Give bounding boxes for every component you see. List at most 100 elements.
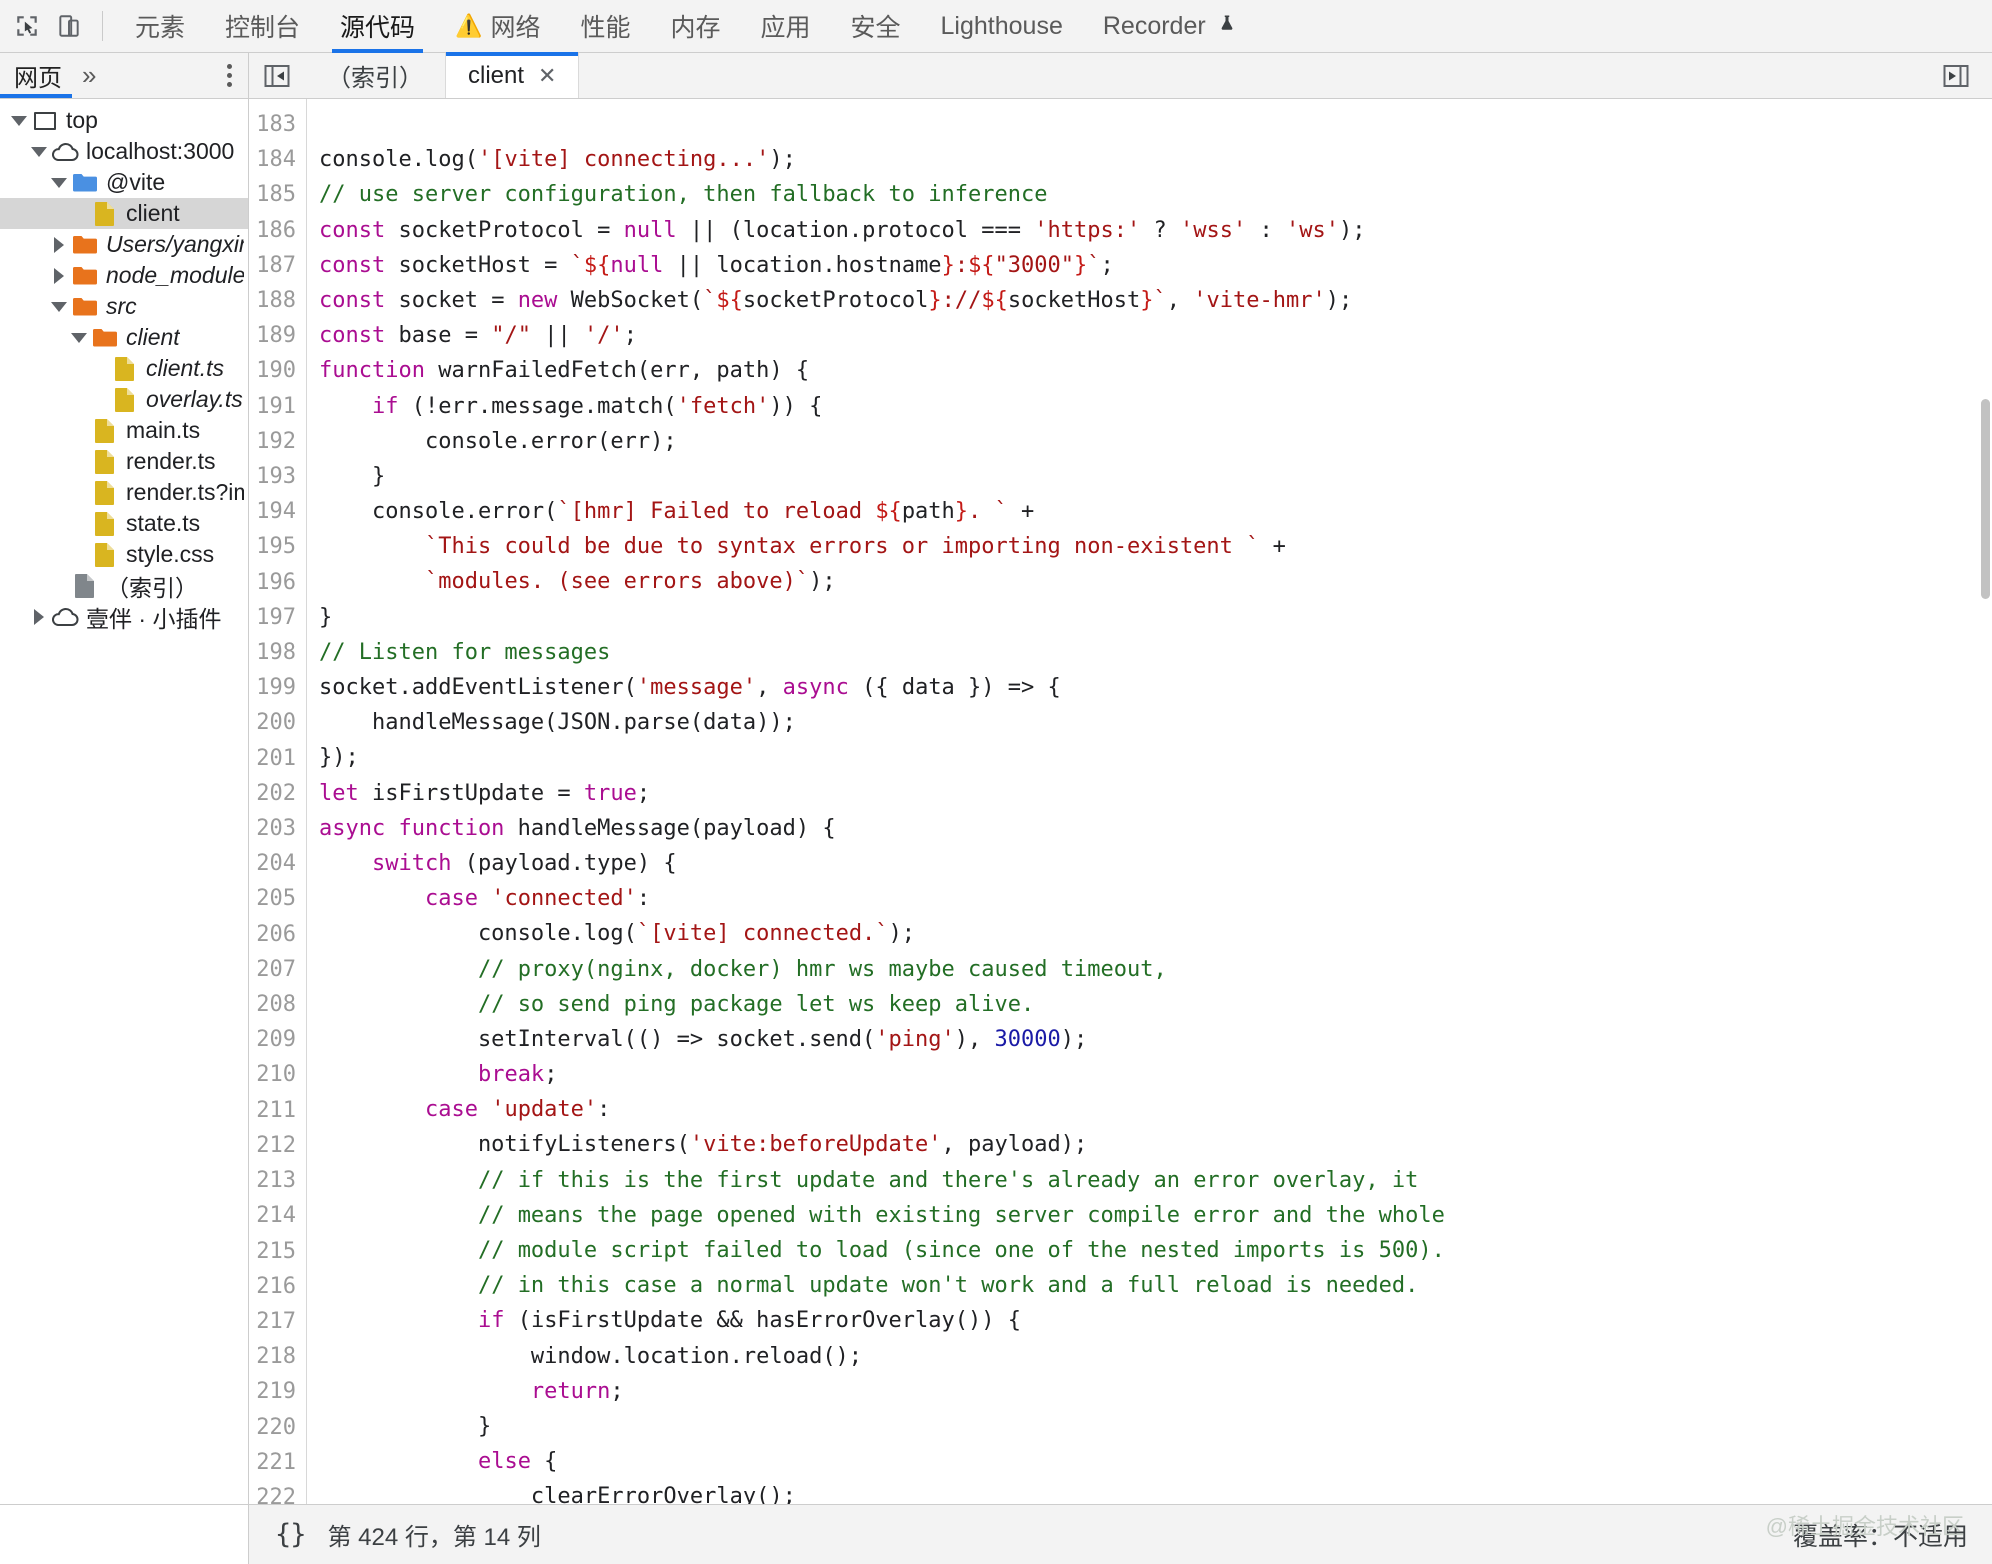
- tree-item-overlay.ts[interactable]: overlay.ts: [0, 384, 248, 415]
- line-number[interactable]: 205: [249, 881, 296, 916]
- tree-item-main.ts[interactable]: main.ts: [0, 415, 248, 446]
- code-editor[interactable]: 183 184 185 186 187 188 189 190 191 192 193 194 195 1…: [249, 99, 1992, 1504]
- line-number[interactable]: 204: [249, 846, 296, 881]
- line-number[interactable]: 213: [249, 1163, 296, 1198]
- line-number[interactable]: 195: [249, 529, 296, 564]
- tree-item-style.css[interactable]: style.css: [0, 539, 248, 570]
- line-number[interactable]: 206: [249, 917, 296, 952]
- tab-recorder[interactable]: Recorder: [1083, 0, 1256, 53]
- line-number[interactable]: 202: [249, 776, 296, 811]
- tree-item--[interactable]: （索引）: [0, 570, 248, 601]
- tab-performance[interactable]: 性能: [560, 0, 650, 53]
- device-toolbar-icon[interactable]: [48, 6, 90, 46]
- chevron-down-icon[interactable]: [28, 146, 50, 157]
- line-number[interactable]: 191: [249, 389, 296, 424]
- line-number[interactable]: 203: [249, 811, 296, 846]
- navigator-tab-page[interactable]: 网页: [0, 53, 72, 98]
- line-number[interactable]: 200: [249, 705, 296, 740]
- code-line: // in this case a normal update won't wo…: [319, 1268, 1992, 1303]
- code-token: :: [1246, 217, 1286, 243]
- chevron-right-icon[interactable]: [48, 267, 70, 284]
- chevron-down-icon[interactable]: [8, 115, 30, 126]
- line-number[interactable]: 197: [249, 600, 296, 635]
- line-number[interactable]: 186: [249, 213, 296, 248]
- tree-item-state.ts[interactable]: state.ts: [0, 508, 248, 539]
- line-number[interactable]: 190: [249, 353, 296, 388]
- line-number[interactable]: 218: [249, 1339, 296, 1374]
- tab-application[interactable]: 应用: [741, 0, 831, 53]
- line-number[interactable]: 211: [249, 1093, 296, 1128]
- code-line: switch (payload.type) {: [319, 846, 1992, 881]
- line-number[interactable]: 216: [249, 1269, 296, 1304]
- chevron-right-icon[interactable]: [48, 236, 70, 253]
- line-number[interactable]: 193: [249, 459, 296, 494]
- code-line: // so send ping package let ws keep aliv…: [319, 987, 1992, 1022]
- tab-console[interactable]: 控制台: [205, 0, 320, 53]
- line-number[interactable]: 192: [249, 424, 296, 459]
- chevron-double-right-icon[interactable]: »: [72, 53, 106, 98]
- code-token: }: [954, 499, 969, 525]
- tree-item--vite[interactable]: @vite: [0, 167, 248, 198]
- editor-tab-client[interactable]: client ✕: [446, 52, 580, 98]
- line-number[interactable]: 208: [249, 987, 296, 1022]
- line-number[interactable]: 184: [249, 142, 296, 177]
- editor-tab-index[interactable]: （索引）: [305, 53, 446, 98]
- line-number[interactable]: 196: [249, 565, 296, 600]
- chevron-down-icon[interactable]: [68, 332, 90, 343]
- line-number[interactable]: 219: [249, 1374, 296, 1409]
- tree-item-top[interactable]: top: [0, 105, 248, 136]
- code-token: ${: [875, 499, 902, 525]
- close-icon[interactable]: ✕: [538, 63, 556, 89]
- line-number[interactable]: 188: [249, 283, 296, 318]
- source-code-content[interactable]: console.log('[vite] connecting...');// u…: [307, 99, 1992, 1504]
- show-navigator-icon[interactable]: [249, 53, 305, 98]
- vertical-scrollbar[interactable]: [1978, 99, 1992, 1504]
- inspect-cursor-icon[interactable]: [6, 6, 48, 46]
- line-number[interactable]: 217: [249, 1304, 296, 1339]
- tab-memory[interactable]: 内存: [650, 0, 740, 53]
- tab-sources-label: 源代码: [340, 14, 416, 42]
- line-number[interactable]: 210: [249, 1057, 296, 1092]
- tree-item-users-yangxingyua[interactable]: Users/yangxingyua: [0, 229, 248, 260]
- tree-item-node-modules-.pn[interactable]: node_modules/.pn: [0, 260, 248, 291]
- line-number[interactable]: 198: [249, 635, 296, 670]
- line-number[interactable]: 215: [249, 1234, 296, 1269]
- tree-item-src[interactable]: src: [0, 291, 248, 322]
- line-number[interactable]: 201: [249, 741, 296, 776]
- line-number[interactable]: 183: [249, 107, 296, 142]
- tree-item-label: （索引）: [106, 574, 198, 601]
- line-number[interactable]: 199: [249, 670, 296, 705]
- chevron-down-icon[interactable]: [48, 177, 70, 188]
- tab-lighthouse[interactable]: Lighthouse: [921, 0, 1083, 53]
- line-number[interactable]: 214: [249, 1198, 296, 1233]
- vertical-scrollbar-thumb[interactable]: [1981, 399, 1990, 599]
- line-number[interactable]: 187: [249, 248, 296, 283]
- kebab-menu-icon[interactable]: [211, 64, 248, 87]
- tree-item-client.ts[interactable]: client.ts: [0, 353, 248, 384]
- line-number[interactable]: 209: [249, 1022, 296, 1057]
- line-number[interactable]: 185: [249, 177, 296, 212]
- tree-item-render.ts-import[interactable]: render.ts?import: [0, 477, 248, 508]
- line-number[interactable]: 212: [249, 1128, 296, 1163]
- tree-item-client[interactable]: client: [0, 198, 248, 229]
- line-number[interactable]: 207: [249, 952, 296, 987]
- tree-item-client[interactable]: client: [0, 322, 248, 353]
- chevron-right-icon[interactable]: [28, 608, 50, 625]
- line-number[interactable]: 221: [249, 1445, 296, 1480]
- chevron-down-icon[interactable]: [48, 301, 70, 312]
- line-number[interactable]: 220: [249, 1410, 296, 1445]
- tree-item--[interactable]: 壹伴 · 小插件: [0, 601, 248, 632]
- line-number[interactable]: 222: [249, 1480, 296, 1504]
- tab-sources[interactable]: 源代码: [320, 0, 435, 53]
- code-token: // use server configuration, then fallba…: [319, 182, 1048, 208]
- show-debugger-icon[interactable]: [1920, 53, 1992, 98]
- line-number[interactable]: 194: [249, 494, 296, 529]
- cursor-position-label: 第 424 行，第 14 列: [327, 1524, 541, 1551]
- tree-item-render.ts[interactable]: render.ts: [0, 446, 248, 477]
- pretty-print-button[interactable]: {}: [275, 1519, 307, 1550]
- tab-network[interactable]: ⚠️ 网络: [435, 0, 560, 53]
- tab-elements[interactable]: 元素: [115, 0, 205, 53]
- line-number[interactable]: 189: [249, 318, 296, 353]
- tab-security[interactable]: 安全: [831, 0, 921, 53]
- tree-item-localhost-3000[interactable]: localhost:3000: [0, 136, 248, 167]
